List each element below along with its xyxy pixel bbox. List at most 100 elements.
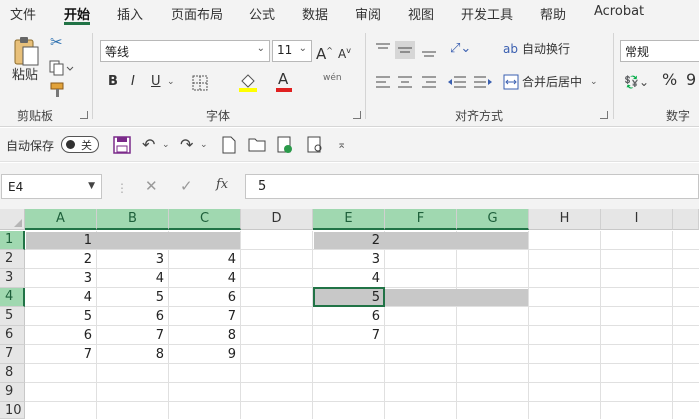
percent-style-button[interactable]: % [662,71,677,89]
worksheet-grid[interactable]: A B C D E F G H I 1 2 3 4 5 6 7 8 9 10 1… [0,209,699,419]
alignment-launcher-icon[interactable] [600,111,608,119]
copy-icon[interactable] [48,59,74,77]
decrease-font-icon[interactable]: Av [338,42,351,63]
cell-a1[interactable]: 1 [25,231,97,250]
wrap-text-icon[interactable]: ab [503,40,518,58]
row-header-1[interactable]: 1 [0,231,25,250]
chevron-down-icon[interactable]: ⌄ [162,136,170,154]
format-painter-icon[interactable] [49,81,67,99]
cell-b7[interactable]: 8 [97,345,169,364]
tab-view[interactable]: 视图 [408,4,434,23]
open-folder-icon[interactable] [248,137,266,152]
save-icon[interactable] [113,136,131,154]
cell-b3[interactable]: 4 [97,269,169,288]
bold-button[interactable]: B [108,73,118,91]
tab-page-layout[interactable]: 页面布局 [171,4,223,23]
font-color-icon[interactable]: A [278,70,288,88]
cell-e5[interactable]: 6 [313,307,385,326]
cell-c6[interactable]: 8 [169,326,241,345]
cell-b6[interactable]: 7 [97,326,169,345]
new-file-icon[interactable] [222,136,236,154]
cell-e2[interactable]: 3 [313,250,385,269]
cell-a7[interactable]: 7 [25,345,97,364]
row-header-10[interactable]: 10 [0,402,25,419]
horizontal-align-icons[interactable] [374,74,444,92]
tab-help[interactable]: 帮助 [540,4,566,23]
tab-formulas[interactable]: 公式 [249,4,275,23]
column-header-d[interactable]: D [241,209,313,230]
chevron-down-icon[interactable]: ⌄ [200,136,208,154]
tab-file[interactable]: 文件 [10,4,36,23]
column-header-i[interactable]: I [601,209,673,230]
row-header-7[interactable]: 7 [0,345,25,364]
cancel-icon[interactable]: ✕ [145,177,158,195]
print-preview-icon[interactable] [306,136,324,154]
cell-b4[interactable]: 5 [97,288,169,307]
insert-function-icon[interactable]: fx [216,177,228,192]
font-name-select[interactable]: 等线 ⌄ [100,40,270,62]
tab-review[interactable]: 审阅 [355,4,381,23]
column-header-g[interactable]: G [457,209,529,230]
font-size-select[interactable]: 11 ⌄ [272,40,312,62]
cell-c4[interactable]: 6 [169,288,241,307]
phonetic-icon[interactable]: wén [323,69,342,87]
enter-icon[interactable]: ✓ [180,177,193,195]
cell-c2[interactable]: 4 [169,250,241,269]
currency-format-icon[interactable]: 💱⌄ [624,73,649,91]
paste-icon[interactable] [12,35,40,67]
orientation-icon[interactable]: ⤢⌄ [450,40,471,58]
merge-center-icon[interactable] [503,74,519,90]
increase-font-icon[interactable]: A^ [316,42,333,63]
cell-e3[interactable]: 4 [313,269,385,288]
redo-icon[interactable]: ↷ [180,136,193,154]
underline-button[interactable]: U [151,73,161,91]
italic-button[interactable]: I [131,73,135,91]
tab-data[interactable]: 数据 [302,4,328,23]
wrap-text-button[interactable]: 自动换行 [522,40,570,58]
column-header-c[interactable]: C [169,209,241,230]
row-header-2[interactable]: 2 [0,250,25,269]
row-header-3[interactable]: 3 [0,269,25,288]
chevron-down-icon[interactable]: ⌄ [167,73,175,91]
name-box[interactable]: E4 ▼ [1,174,102,199]
grip-icon[interactable]: ⋮ [116,181,128,195]
row-header-6[interactable]: 6 [0,326,25,345]
select-all-button[interactable] [0,209,25,230]
cell-a2[interactable]: 2 [25,250,97,269]
tab-developer[interactable]: 开发工具 [461,4,513,23]
clipboard-launcher-icon[interactable] [80,111,88,119]
column-header-f[interactable]: F [385,209,457,230]
font-launcher-icon[interactable] [353,111,361,119]
column-header-b[interactable]: B [97,209,169,230]
column-header-a[interactable]: A [25,209,97,230]
cell-c7[interactable]: 9 [169,345,241,364]
cut-icon[interactable]: ✂ [50,33,63,51]
vertical-align-icons[interactable] [374,41,444,59]
cell-e1[interactable]: 2 [313,231,385,250]
cell-b5[interactable]: 6 [97,307,169,326]
fill-color-icon[interactable] [238,71,258,93]
number-format-select[interactable]: 常规 [620,40,699,62]
autosave-toggle[interactable]: 关 [61,136,99,153]
quick-print-icon[interactable] [276,136,294,154]
cell-e6[interactable]: 7 [313,326,385,345]
formula-input[interactable]: 5 [245,174,699,199]
cell-a4[interactable]: 4 [25,288,97,307]
row-header-4[interactable]: 4 [0,288,25,307]
undo-icon[interactable]: ↶ [142,136,155,154]
cell-b2[interactable]: 3 [97,250,169,269]
chevron-down-icon[interactable]: ⌄ [590,73,598,91]
borders-icon[interactable] [192,75,208,91]
column-header-e[interactable]: E [313,209,385,230]
row-header-9[interactable]: 9 [0,383,25,402]
cell-a5[interactable]: 5 [25,307,97,326]
cell-c5[interactable]: 7 [169,307,241,326]
tab-insert[interactable]: 插入 [117,4,143,23]
comma-style-button[interactable]: 9 [686,71,696,89]
cell-a6[interactable]: 6 [25,326,97,345]
cell-c3[interactable]: 4 [169,269,241,288]
row-header-5[interactable]: 5 [0,307,25,326]
merge-center-button[interactable]: 合并后居中 [522,73,582,91]
row-header-8[interactable]: 8 [0,364,25,383]
paste-button-label[interactable]: 粘贴 [12,67,38,85]
